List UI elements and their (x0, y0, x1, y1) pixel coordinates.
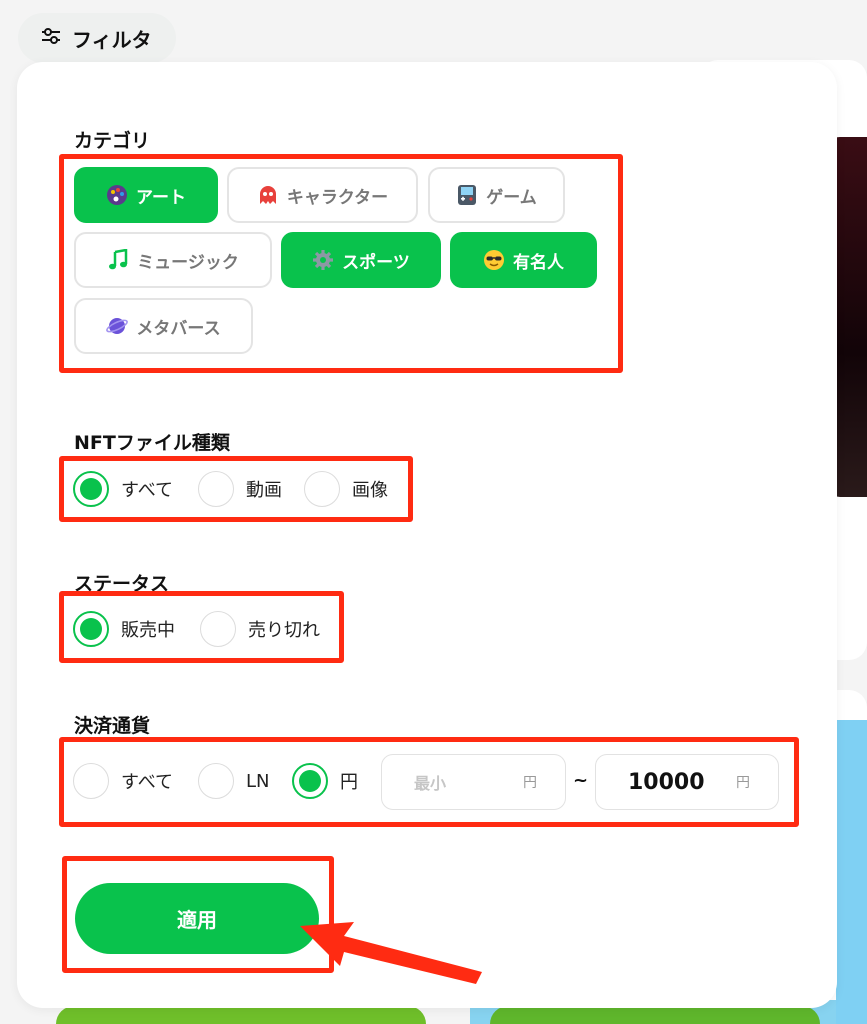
max-price-value: 10000 (628, 769, 705, 795)
radio-label: 画像 (352, 480, 388, 501)
radio-circle (73, 471, 109, 507)
palette-icon (106, 184, 128, 206)
gameboy-icon (456, 184, 478, 206)
radio-label: 売り切れ (248, 620, 320, 641)
category-chip-label: ゲーム (486, 187, 537, 208)
currency-title: 決済通貨 (74, 715, 151, 737)
max-price-unit: 円 (736, 775, 750, 791)
category-chip-label: ミュージック (137, 252, 239, 273)
min-price-field[interactable]: 最小 円 (381, 754, 566, 810)
radio-circle (73, 763, 109, 799)
category-chip-art[interactable]: アート (74, 167, 218, 223)
category-chip-label: キャラクター (286, 187, 389, 208)
category-chip-character[interactable]: キャラクター (227, 167, 418, 223)
radio-label: すべて (121, 480, 174, 501)
status-option-sold-out[interactable]: 売り切れ (200, 611, 320, 647)
radio-label: 動画 (246, 480, 282, 501)
category-title: カテゴリ (74, 130, 151, 152)
currency-option-ln[interactable]: LN (198, 763, 270, 799)
apply-button[interactable]: 適用 (75, 883, 319, 954)
category-chip-sports[interactable]: スポーツ (281, 232, 441, 288)
min-price-unit: 円 (523, 775, 537, 791)
radio-circle (200, 611, 236, 647)
radio-label: LN (246, 770, 270, 792)
radio-circle (198, 763, 234, 799)
file-type-option-video[interactable]: 動画 (198, 471, 282, 507)
music-note-icon (107, 249, 129, 271)
sunglasses-face-icon (483, 249, 505, 271)
file-type-option-image[interactable]: 画像 (304, 471, 388, 507)
pointer-arrow-icon (300, 922, 482, 984)
max-price-field[interactable]: 10000 円 (595, 754, 779, 810)
background-thumbnail (836, 720, 867, 1024)
planet-icon (106, 315, 129, 337)
radio-label: 販売中 (121, 620, 175, 641)
radio-circle (292, 763, 328, 799)
radio-circle (73, 611, 109, 647)
filter-button[interactable]: フィルタ (18, 13, 176, 63)
status-option-on-sale[interactable]: 販売中 (73, 611, 175, 647)
sliders-icon (40, 26, 62, 50)
filter-button-label: フィルタ (72, 27, 152, 52)
radio-label: すべて (121, 772, 174, 793)
currency-option-all[interactable]: すべて (73, 763, 173, 799)
category-chip-metaverse[interactable]: メタバース (74, 298, 253, 354)
file-type-option-all[interactable]: すべて (73, 471, 173, 507)
radio-label: 円 (340, 772, 358, 793)
gear-icon (312, 249, 334, 271)
category-chip-label: メタバース (136, 318, 221, 339)
radio-circle (304, 471, 340, 507)
category-chip-label: スポーツ (342, 252, 410, 273)
currency-option-yen[interactable]: 円 (292, 763, 358, 799)
ghost-icon (257, 184, 279, 206)
range-separator: ~ (573, 770, 589, 791)
background-thumbnail (56, 1006, 426, 1024)
radio-circle (198, 471, 234, 507)
category-chip-music[interactable]: ミュージック (74, 232, 272, 288)
file-type-title: NFTファイル種類 (74, 432, 230, 454)
category-chip-label: アート (136, 187, 186, 208)
category-chip-label: 有名人 (513, 252, 564, 273)
category-chip-celebrity[interactable]: 有名人 (450, 232, 597, 288)
min-price-placeholder: 最小 (414, 774, 447, 793)
category-chip-game[interactable]: ゲーム (428, 167, 565, 223)
